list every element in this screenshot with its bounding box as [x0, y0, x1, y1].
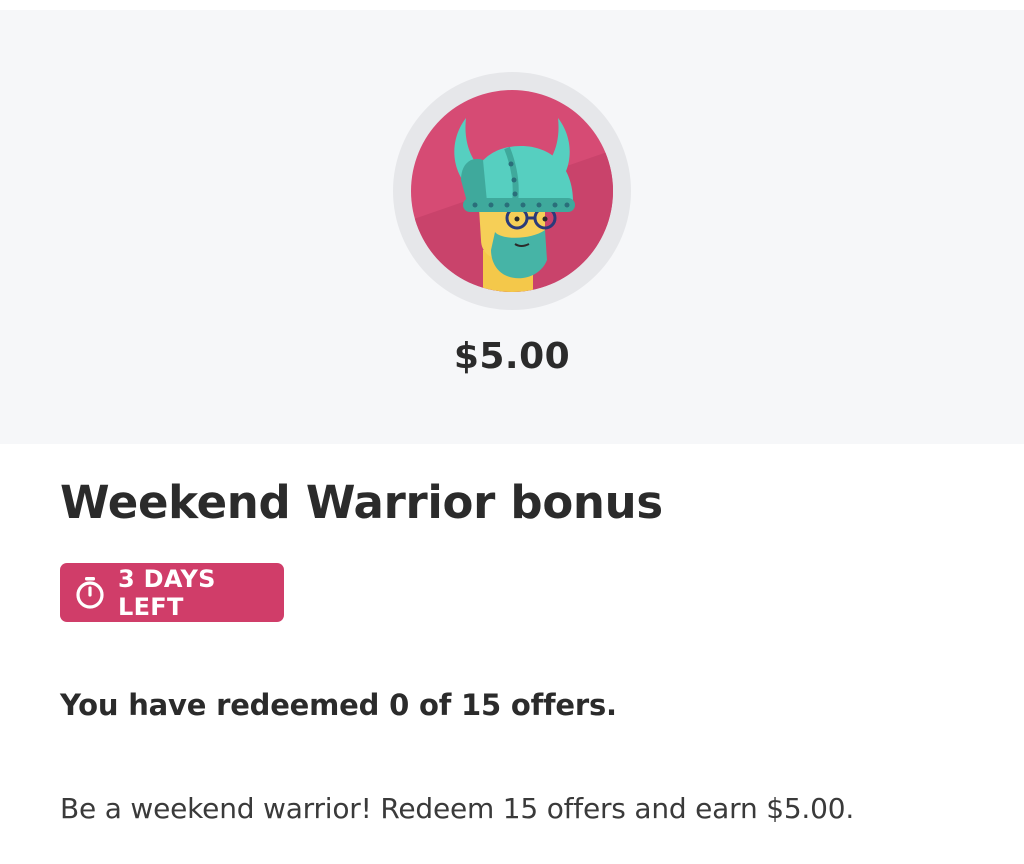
viking-warrior-icon	[411, 90, 613, 292]
time-left-label: 3 DAYS LEFT	[118, 564, 216, 621]
top-strip	[0, 0, 1024, 10]
redemption-progress: You have redeemed 0 of 15 offers.	[60, 688, 617, 722]
bonus-description: Be a weekend warrior! Redeem 15 offers a…	[60, 792, 855, 825]
time-left-badge: 3 DAYS LEFT	[60, 563, 284, 622]
reward-amount: $5.00	[453, 336, 571, 377]
badge-ring	[393, 72, 631, 310]
bonus-title: Weekend Warrior bonus	[60, 476, 663, 529]
reward-hero: $5.00	[0, 10, 1024, 444]
stopwatch-icon	[74, 576, 106, 610]
